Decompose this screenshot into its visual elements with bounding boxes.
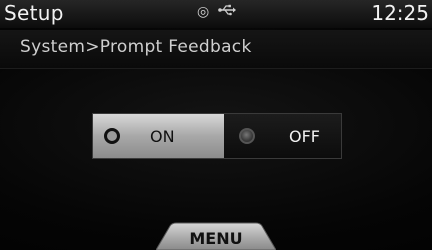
radio-selected-icon <box>104 128 120 144</box>
page-title: Setup <box>4 1 64 25</box>
off-option-label: OFF <box>289 126 320 146</box>
screen: Setup ◎ 12:25 System>Prompt Feedback ON … <box>0 0 432 250</box>
on-option[interactable]: ON <box>93 114 224 158</box>
on-option-label: ON <box>150 126 175 146</box>
usb-icon <box>217 4 236 20</box>
status-bar: Setup ◎ 12:25 <box>0 0 432 28</box>
status-icons: ◎ <box>197 4 240 20</box>
disc-icon: ◎ <box>197 4 210 20</box>
breadcrumb-row: System>Prompt Feedback <box>0 30 432 69</box>
menu-button[interactable]: MENU <box>156 222 276 250</box>
clock: 12:25 <box>371 1 429 25</box>
radio-unselected-icon <box>239 128 255 144</box>
prompt-feedback-toggle: ON OFF <box>92 113 342 159</box>
breadcrumb: System>Prompt Feedback <box>20 37 252 57</box>
off-option[interactable]: OFF <box>224 114 341 158</box>
menu-label: MENU <box>189 229 243 248</box>
